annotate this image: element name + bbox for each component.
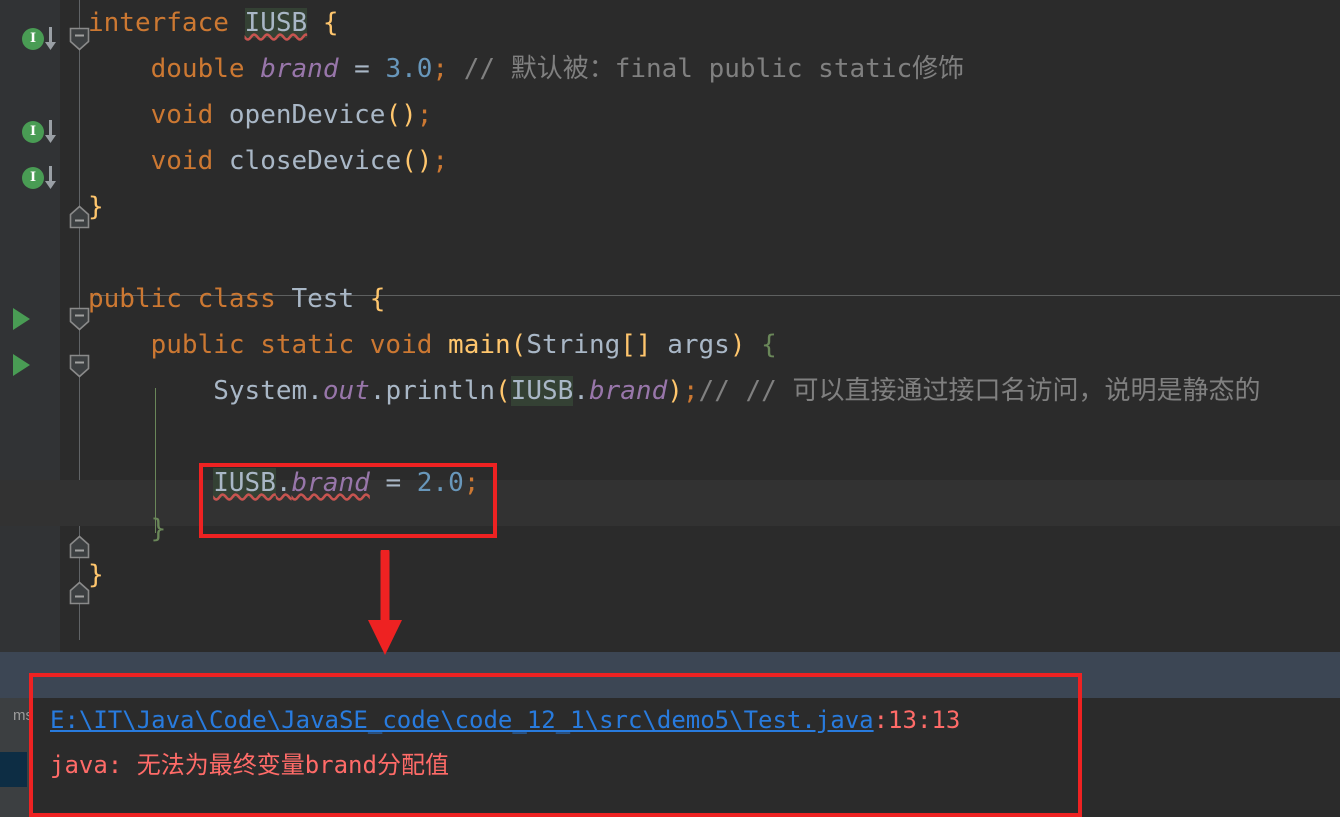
code-token: IUSB xyxy=(244,8,308,38)
code-line-text: } xyxy=(88,552,104,598)
code-line[interactable]: public class Test { xyxy=(0,276,1340,322)
code-line[interactable]: double brand = 3.0; // 默认被：final public … xyxy=(0,46,1340,92)
code-line[interactable] xyxy=(0,414,1340,460)
code-token: main xyxy=(448,330,511,360)
code-token: closeDevice xyxy=(228,146,402,176)
code-line[interactable]: } xyxy=(0,552,1340,598)
code-line[interactable] xyxy=(0,230,1340,276)
code-line[interactable]: System.out.println(IUSB.brand);// // 可以直… xyxy=(0,368,1340,414)
code-line-text: } xyxy=(88,184,104,230)
code-token: . xyxy=(369,376,386,406)
code-token: ) xyxy=(667,376,683,406)
code-line-text: } xyxy=(88,506,167,552)
code-line-text: System.out.println(IUSB.brand);// // 可以直… xyxy=(88,368,1260,414)
code-token: ; xyxy=(432,54,449,84)
code-line[interactable]: public static void main(String[] args) { xyxy=(0,322,1340,368)
code-token: brand xyxy=(588,376,668,406)
selected-problem-row[interactable] xyxy=(0,752,27,787)
code-token: () xyxy=(385,100,417,130)
code-token: println xyxy=(385,376,496,406)
code-token: out xyxy=(322,376,370,406)
highlight-box-assignment xyxy=(199,463,497,538)
code-token: Test xyxy=(291,284,355,314)
code-line[interactable]: interface IUSB { xyxy=(0,0,1340,46)
code-token: ( xyxy=(495,376,511,406)
code-token: interface xyxy=(88,8,245,38)
code-token: String xyxy=(526,330,621,360)
code-token: // // 可以直接通过接口名访问，说明是静态的 xyxy=(698,376,1261,406)
red-down-arrow-icon xyxy=(368,550,402,655)
code-token: { xyxy=(369,284,386,314)
code-token: args xyxy=(651,330,730,360)
code-line[interactable]: } xyxy=(0,184,1340,230)
code-token: . xyxy=(307,376,323,406)
code-token: () xyxy=(401,146,433,176)
code-editor[interactable]: I I I interface IUSB { double brand = 3.… xyxy=(0,0,1340,652)
code-token: public class xyxy=(88,284,292,314)
code-token: ; xyxy=(432,146,449,176)
code-line-text: interface IUSB { xyxy=(88,0,338,46)
code-token: openDevice xyxy=(228,100,386,130)
code-line[interactable]: void openDevice(); xyxy=(0,92,1340,138)
highlight-box-error xyxy=(29,673,1082,817)
code-line-text: public static void main(String[] args) { xyxy=(88,322,777,368)
code-line-text: double brand = 3.0; // 默认被：final public … xyxy=(88,46,964,92)
code-token: . xyxy=(573,376,589,406)
code-token: double xyxy=(150,54,261,84)
code-token: void xyxy=(150,146,229,176)
code-token: 3.0 xyxy=(385,54,433,84)
code-line-text: void openDevice(); xyxy=(88,92,433,138)
code-token: ) xyxy=(729,330,746,360)
code-token: { xyxy=(322,8,339,38)
code-token: System xyxy=(213,376,308,406)
code-line-text: void closeDevice(); xyxy=(88,138,448,184)
code-token: = xyxy=(338,54,386,84)
code-token: ; xyxy=(682,376,699,406)
code-token: } xyxy=(150,514,167,544)
code-token: public static void xyxy=(150,330,449,360)
code-token: void xyxy=(150,100,229,130)
code-token: } xyxy=(88,560,104,590)
code-token: ( xyxy=(510,330,527,360)
code-token: IUSB xyxy=(510,376,574,406)
code-token: [] xyxy=(620,330,652,360)
code-token: ; xyxy=(416,100,433,130)
code-token: brand xyxy=(260,54,339,84)
code-token: // 默认被：final public static修饰 xyxy=(448,54,965,84)
code-token: } xyxy=(88,192,104,222)
code-token: { xyxy=(761,330,777,360)
code-line[interactable]: void closeDevice(); xyxy=(0,138,1340,184)
code-line-text: public class Test { xyxy=(88,276,385,322)
